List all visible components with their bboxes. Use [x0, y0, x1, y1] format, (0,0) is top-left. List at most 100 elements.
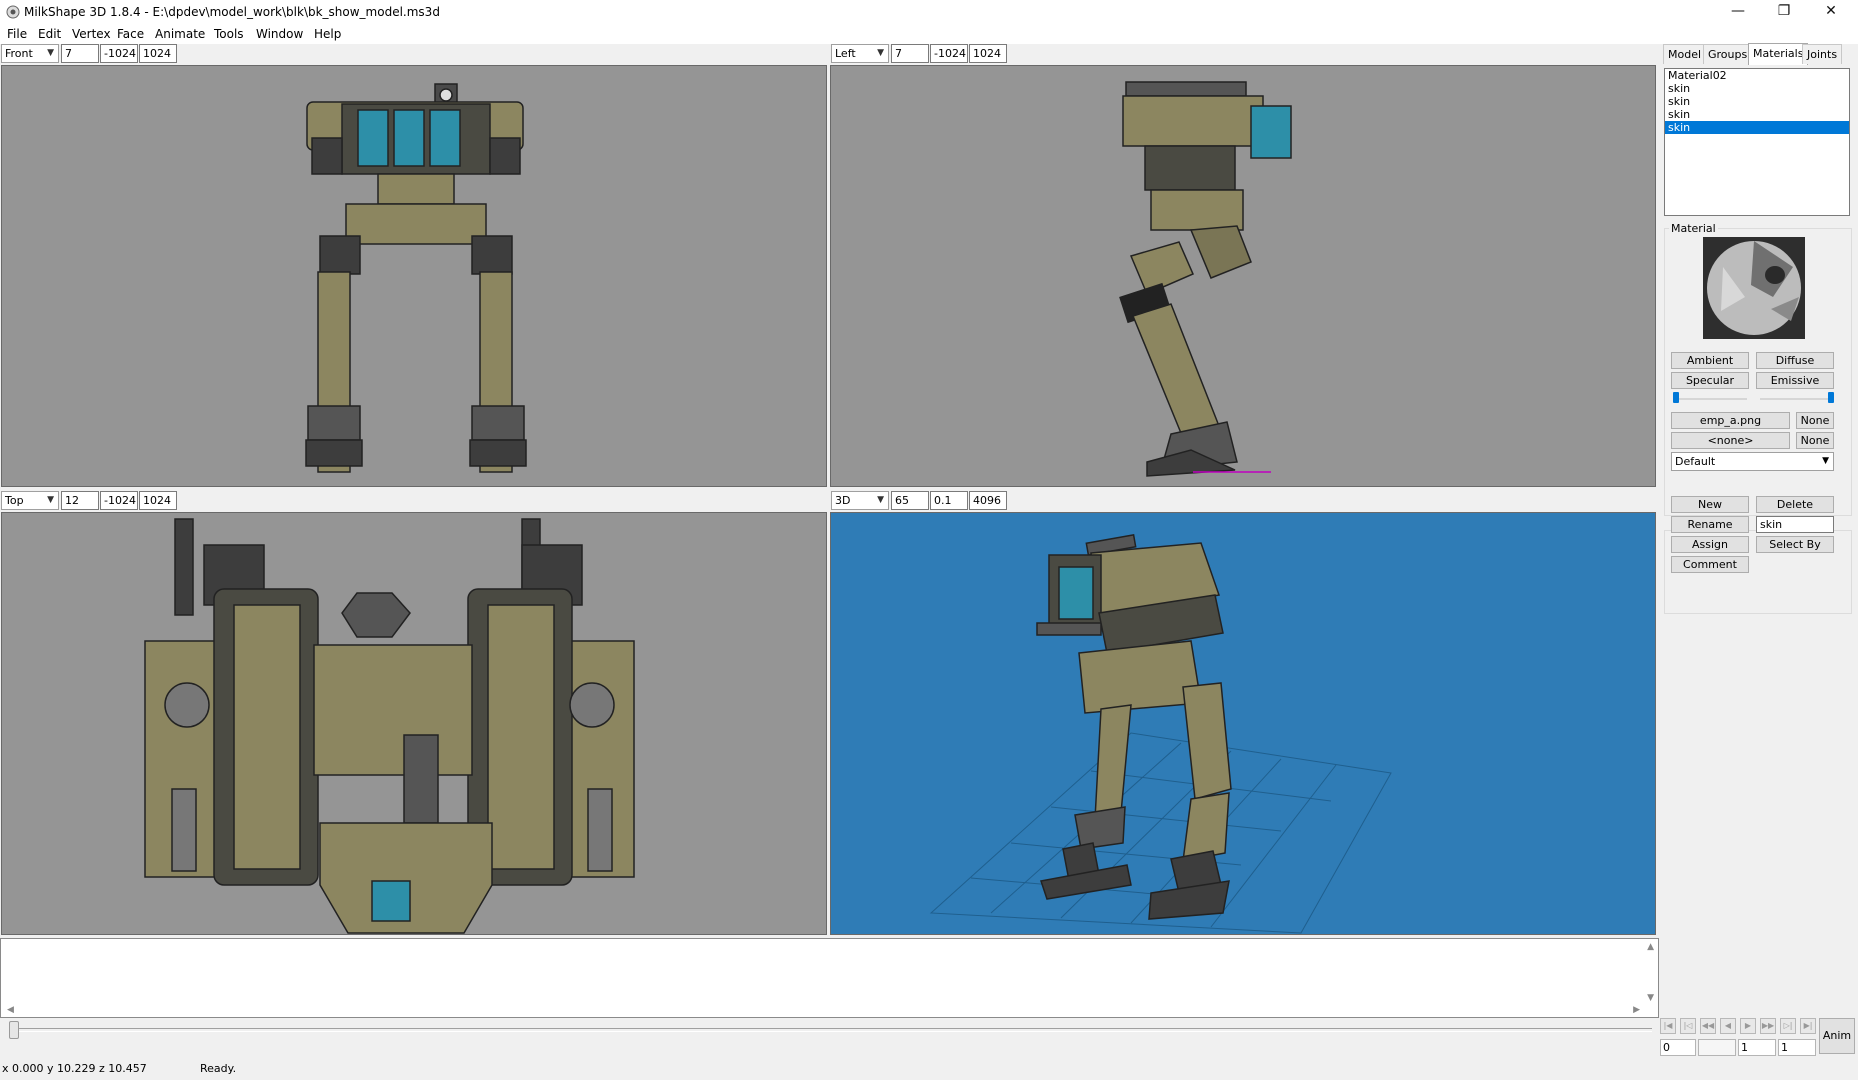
fov-field[interactable]: 65	[891, 491, 929, 510]
slider-thumb[interactable]	[1828, 392, 1834, 403]
menu-vertex[interactable]: Vertex	[72, 27, 111, 41]
chevron-down-icon: ▼	[47, 495, 54, 505]
slider-thumb[interactable]	[1673, 392, 1679, 403]
menu-file[interactable]: File	[7, 27, 27, 41]
menu-window[interactable]: Window	[256, 27, 303, 41]
menu-tools[interactable]: Tools	[214, 27, 244, 41]
diffuse-button[interactable]: Diffuse	[1756, 352, 1834, 369]
viewport-top-header: Top ▼ 12 -1024 1024	[0, 491, 830, 510]
close-icon[interactable]: ✕	[1808, 0, 1854, 24]
alpha-map-button[interactable]: <none>	[1671, 432, 1790, 449]
tab-groups[interactable]: Groups	[1703, 44, 1753, 64]
scroll-down-icon[interactable]: ▼	[1647, 993, 1654, 1003]
viewport-left[interactable]	[830, 65, 1656, 487]
front-view-model	[305, 83, 527, 473]
material-item[interactable]: skin	[1665, 82, 1849, 95]
menu-help[interactable]: Help	[314, 27, 341, 41]
zoom-field[interactable]: 7	[61, 44, 99, 63]
delete-material-button[interactable]: Delete	[1756, 496, 1834, 513]
menu-edit[interactable]: Edit	[38, 27, 61, 41]
slider-track	[1760, 398, 1834, 400]
material-item[interactable]: Material02	[1665, 69, 1849, 82]
tab-model[interactable]: Model	[1663, 44, 1707, 64]
next-frame-icon[interactable]: ▶	[1740, 1018, 1756, 1034]
near-clip-field[interactable]: -1024	[100, 44, 138, 63]
material-list[interactable]: Material02 skin skin skin skin	[1664, 68, 1850, 216]
rename-material-button[interactable]: Rename	[1671, 516, 1749, 533]
slider-track	[1673, 398, 1747, 400]
shininess-slider[interactable]	[1673, 392, 1747, 406]
timeline-track[interactable]	[12, 1028, 1652, 1032]
far-clip-field[interactable]: 1024	[139, 44, 177, 63]
fast-forward-icon[interactable]: ▶▶	[1760, 1018, 1776, 1034]
view-select-label: 3D	[835, 494, 851, 507]
viewport-top[interactable]	[1, 512, 827, 935]
status-coordinates: x 0.000 y 10.229 z 10.457	[2, 1062, 147, 1075]
zoom-field[interactable]: 7	[891, 44, 929, 63]
tab-materials[interactable]: Materials	[1748, 43, 1809, 65]
comment-button[interactable]: Comment	[1671, 556, 1749, 573]
rewind-icon[interactable]: ◀◀	[1700, 1018, 1716, 1034]
anim-toggle-button[interactable]: Anim	[1819, 1018, 1855, 1054]
next-key-icon[interactable]: ▷|	[1780, 1018, 1796, 1034]
view-select-top[interactable]: Top ▼	[1, 491, 59, 510]
tab-joints[interactable]: Joints	[1802, 44, 1843, 64]
material-item-selected[interactable]: skin	[1665, 121, 1849, 134]
menu-animate[interactable]: Animate	[155, 27, 205, 41]
milkshape-app-icon	[6, 5, 20, 19]
alpha-map-none-button[interactable]: None	[1796, 432, 1834, 449]
blend-mode-select[interactable]: Default ▼	[1671, 452, 1834, 471]
view-select-3d[interactable]: 3D ▼	[831, 491, 889, 510]
timeline-thumb[interactable]	[9, 1021, 19, 1039]
prev-frame-icon[interactable]: ◀	[1720, 1018, 1736, 1034]
blend-mode-value: Default	[1675, 455, 1716, 468]
last-frame-icon[interactable]: ▶|	[1800, 1018, 1816, 1034]
animation-timeline	[0, 1020, 1659, 1060]
top-view-model	[144, 518, 635, 934]
far-clip-field[interactable]: 1024	[969, 44, 1007, 63]
texture-none-button[interactable]: None	[1796, 412, 1834, 429]
view-select-label: Top	[5, 494, 24, 507]
far-clip-field[interactable]: 4096	[969, 491, 1007, 510]
view-select-front[interactable]: Front ▼	[1, 44, 59, 63]
message-log[interactable]: ▲ ▼ ◀ ▶	[0, 938, 1659, 1018]
select-by-material-button[interactable]: Select By	[1756, 536, 1834, 553]
chevron-down-icon: ▼	[877, 48, 884, 58]
maximize-icon[interactable]: ❐	[1761, 0, 1807, 24]
far-clip-field[interactable]: 1024	[139, 491, 177, 510]
near-clip-field[interactable]: -1024	[930, 44, 968, 63]
material-item[interactable]: skin	[1665, 108, 1849, 121]
view-select-left[interactable]: Left ▼	[831, 44, 889, 63]
viewport-front[interactable]	[1, 65, 827, 487]
status-message: Ready.	[200, 1062, 237, 1075]
zoom-field[interactable]: 12	[61, 491, 99, 510]
minimize-icon[interactable]: —	[1715, 0, 1761, 24]
texture-button[interactable]: emp_a.png	[1671, 412, 1790, 429]
left-view-model	[1119, 81, 1292, 477]
scroll-up-icon[interactable]: ▲	[1647, 942, 1654, 952]
frame-end-field[interactable]: 1	[1738, 1039, 1776, 1056]
view-select-label: Front	[5, 47, 33, 60]
chevron-down-icon: ▼	[877, 495, 884, 505]
material-item[interactable]: skin	[1665, 95, 1849, 108]
emissive-button[interactable]: Emissive	[1756, 372, 1834, 389]
frame-total-field[interactable]: 1	[1778, 1039, 1816, 1056]
title-bar: MilkShape 3D 1.8.4 - E:\dpdev\model_work…	[0, 0, 1858, 24]
near-clip-field[interactable]: 0.1	[930, 491, 968, 510]
prev-key-icon[interactable]: |◁	[1680, 1018, 1696, 1034]
ambient-button[interactable]: Ambient	[1671, 352, 1749, 369]
viewport-3d[interactable]	[830, 512, 1656, 935]
status-bar: x 0.000 y 10.229 z 10.457 Ready.	[0, 1058, 1858, 1080]
near-clip-field[interactable]: -1024	[100, 491, 138, 510]
transparency-slider[interactable]	[1760, 392, 1834, 406]
scroll-right-icon[interactable]: ▶	[1633, 1005, 1640, 1015]
frame-current-field[interactable]	[1698, 1039, 1736, 1056]
material-name-input[interactable]: skin	[1756, 516, 1834, 533]
assign-material-button[interactable]: Assign	[1671, 536, 1749, 553]
first-frame-icon[interactable]: |◀	[1660, 1018, 1676, 1034]
scroll-left-icon[interactable]: ◀	[7, 1005, 14, 1015]
specular-button[interactable]: Specular	[1671, 372, 1749, 389]
menu-face[interactable]: Face	[117, 27, 144, 41]
new-material-button[interactable]: New	[1671, 496, 1749, 513]
frame-start-field[interactable]: 0	[1660, 1039, 1696, 1056]
